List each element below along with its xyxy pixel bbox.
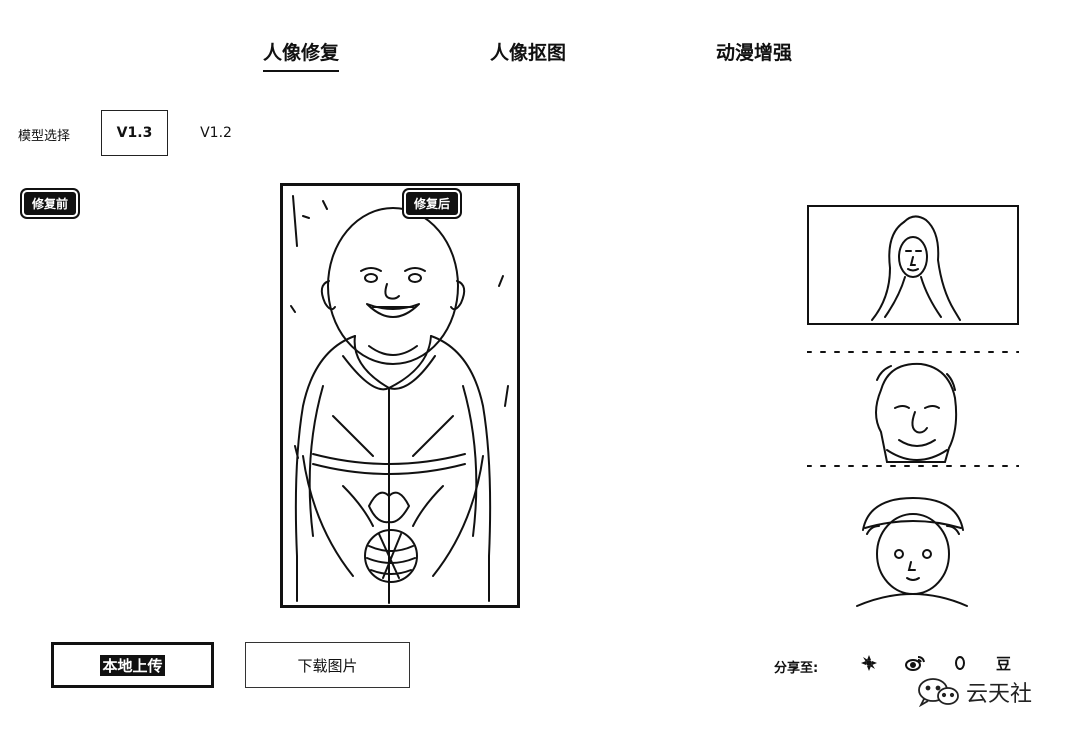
after-tag: 修复后 xyxy=(403,190,461,217)
download-image-button[interactable]: 下载图片 xyxy=(245,642,410,688)
douban-icon[interactable]: 豆 xyxy=(996,654,1011,674)
watermark: 云天社 xyxy=(916,676,1032,708)
weibo-icon[interactable] xyxy=(904,654,926,677)
woman-portrait-icon xyxy=(871,215,961,321)
model-option-v13[interactable]: V1.3 xyxy=(101,110,168,156)
local-upload-button[interactable]: 本地上传 xyxy=(51,642,214,688)
old-man-portrait-icon xyxy=(806,351,1020,467)
model-option-v12[interactable]: V1.2 xyxy=(182,110,250,156)
before-tag: 修复前 xyxy=(21,190,79,217)
watermark-text: 云天社 xyxy=(966,682,1033,707)
tab-portrait-restore[interactable]: 人像修复 xyxy=(263,38,340,72)
model-select-label: 模型选择 xyxy=(18,129,71,144)
local-upload-label: 本地上传 xyxy=(100,654,165,676)
thumbnail-woman[interactable] xyxy=(807,205,1019,325)
tab-portrait-cutout[interactable]: 人像抠图 xyxy=(490,38,566,65)
child-portrait-icon xyxy=(856,496,968,607)
thumbnail-old-man[interactable] xyxy=(806,350,1020,468)
qq-icon[interactable] xyxy=(952,654,968,677)
preview-image: 修复后 xyxy=(280,183,520,608)
tab-anime-enhance[interactable]: 动漫增强 xyxy=(716,38,792,65)
wechat-icon xyxy=(918,678,959,707)
child-monk-illustration xyxy=(290,195,509,604)
moments-icon[interactable] xyxy=(860,654,878,677)
thumbnail-child[interactable] xyxy=(807,490,1019,610)
share-label: 分享至: xyxy=(774,661,819,676)
